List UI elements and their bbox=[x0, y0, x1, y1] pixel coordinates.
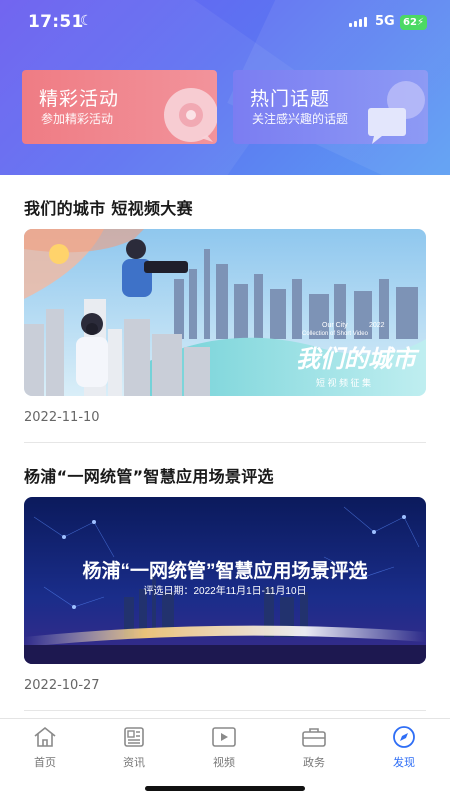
activities-card-title: 精彩活动 bbox=[39, 88, 120, 110]
battery-icon: 62⚡ bbox=[400, 15, 427, 30]
article-item[interactable]: 杨浦“一网统管”智慧应用场景评选 杨浦“一网统管”智慧应用场景评选 评选日期：2… bbox=[24, 463, 426, 711]
banner-year: 2022 bbox=[369, 322, 385, 329]
tab-video-label: 视频 bbox=[213, 756, 235, 769]
topics-card[interactable]: 热门话题 关注感兴趣的话题 bbox=[233, 70, 428, 144]
article-banner-yangpu[interactable]: 杨浦“一网统管”智慧应用场景评选 评选日期：2022年11月1日-11月10日 bbox=[24, 497, 426, 664]
tab-home[interactable]: 首页 bbox=[15, 725, 75, 775]
home-icon bbox=[34, 726, 56, 747]
news-icon bbox=[124, 727, 144, 747]
banner-en-line1: Our City bbox=[322, 322, 348, 329]
banner-title: 杨浦“一网统管”智慧应用场景评选 bbox=[82, 559, 367, 582]
tab-discover[interactable]: 发现 bbox=[374, 725, 434, 775]
topics-card-subtitle: 关注感兴趣的话题 bbox=[252, 112, 349, 126]
banner-subtitle: 短 视 频 征 集 bbox=[316, 377, 371, 388]
article-item[interactable]: 我们的城市 短视频大赛 Our City Collection of Short… bbox=[24, 195, 426, 443]
tab-discover-label: 发现 bbox=[393, 756, 415, 769]
banner-title: 我们的城市 bbox=[296, 346, 420, 373]
tab-news-label: 资讯 bbox=[123, 756, 145, 769]
article-banner-our-city[interactable]: Our City Collection of Short Video 2022 … bbox=[24, 229, 426, 396]
tab-government[interactable]: 政务 bbox=[284, 725, 344, 775]
chat-bubble-icon bbox=[164, 88, 217, 142]
topics-card-title: 热门话题 bbox=[250, 88, 331, 110]
banner-en-line2: Collection of Short Video bbox=[302, 331, 369, 337]
video-icon bbox=[212, 727, 236, 747]
battery-level: 62 bbox=[403, 17, 417, 28]
status-time: 17:51 bbox=[28, 12, 84, 32]
city-skyline-illustration: Our City Collection of Short Video 2022 … bbox=[24, 229, 426, 396]
header-banner: 17:51 ☾ 5G 62⚡ 精彩活动 参加精彩活动 热门话题 关注感兴趣的话题 bbox=[0, 0, 450, 175]
tab-video[interactable]: 视频 bbox=[194, 725, 254, 775]
compass-icon bbox=[393, 726, 415, 748]
article-date: 2022-11-10 bbox=[24, 410, 100, 425]
status-bar: 17:51 ☾ 5G 62⚡ bbox=[0, 0, 450, 48]
activities-card-subtitle: 参加精彩活动 bbox=[41, 112, 114, 126]
divider bbox=[24, 710, 426, 711]
article-list: 我们的城市 短视频大赛 Our City Collection of Short… bbox=[0, 175, 450, 718]
article-title[interactable]: 我们的城市 短视频大赛 bbox=[24, 195, 426, 219]
banner-subtitle: 评选日期：2022年11月1日-11月10日 bbox=[143, 584, 306, 597]
moon-icon: ☾ bbox=[80, 13, 93, 29]
speech-bubbles-icon bbox=[368, 81, 425, 144]
night-city-illustration: 杨浦“一网统管”智慧应用场景评选 评选日期：2022年11月1日-11月10日 bbox=[24, 497, 426, 664]
home-indicator[interactable] bbox=[145, 786, 305, 791]
briefcase-icon bbox=[302, 728, 326, 747]
divider bbox=[24, 442, 426, 443]
tab-government-label: 政务 bbox=[303, 756, 325, 769]
signal-icon bbox=[349, 17, 367, 27]
tab-home-label: 首页 bbox=[34, 756, 56, 769]
tab-news[interactable]: 资讯 bbox=[104, 725, 164, 775]
article-date: 2022-10-27 bbox=[24, 678, 100, 693]
network-type: 5G bbox=[375, 14, 395, 29]
activities-card[interactable]: 精彩活动 参加精彩活动 bbox=[22, 70, 217, 144]
article-title[interactable]: 杨浦“一网统管”智慧应用场景评选 bbox=[24, 463, 426, 487]
